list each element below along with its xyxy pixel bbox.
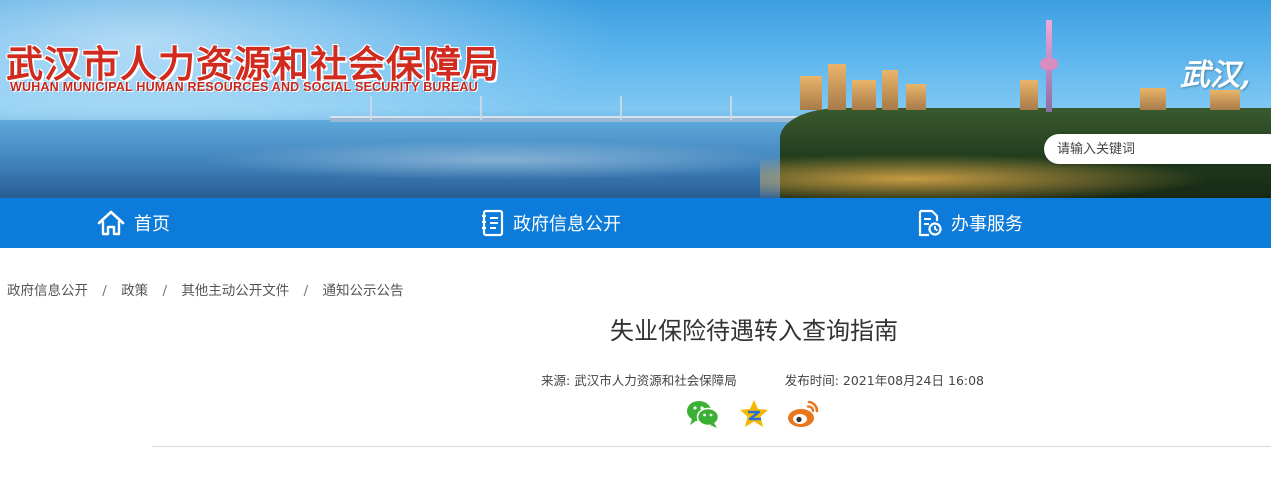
breadcrumb-link-other-files[interactable]: 其他主动公开文件 (181, 283, 289, 299)
share-qzone-button[interactable] (737, 398, 771, 430)
document-icon (482, 209, 504, 237)
weibo-icon (788, 400, 819, 427)
nav-item-services[interactable]: 办事服务 (917, 198, 1023, 248)
banner-building (1020, 80, 1038, 110)
banner-slogan: 武汉, (1180, 58, 1251, 93)
service-icon (918, 209, 942, 237)
article-meta: 来源: 武汉市人力资源和社会保障局 发布时间: 2021年08月24日 16:0… (541, 370, 984, 389)
source-label: 来源: (541, 373, 571, 388)
breadcrumb-link-notices[interactable]: 通知公示公告 (322, 283, 403, 299)
banner-building (852, 80, 876, 110)
main-nav: 首页 政府信息公开 办事服务 (0, 198, 1271, 248)
banner-bridge (330, 116, 830, 122)
article-title: 失业保险待遇转入查询指南 (610, 317, 898, 345)
banner-building (1140, 88, 1166, 110)
banner-building (906, 84, 926, 110)
wechat-icon (687, 401, 720, 428)
breadcrumb-separator: / (162, 283, 168, 299)
nav-item-home[interactable]: 首页 (96, 198, 170, 248)
nav-item-label: 首页 (134, 214, 170, 235)
breadcrumb-link-policy[interactable]: 政策 (121, 283, 148, 299)
bridge-cable (620, 96, 622, 120)
home-icon (97, 210, 125, 236)
banner-building (800, 76, 822, 110)
search-input[interactable] (1044, 134, 1264, 164)
published-value: 2021年08月24日 16:08 (842, 373, 985, 388)
bridge-cable (480, 96, 482, 120)
bridge-cable (370, 96, 372, 120)
nav-item-label: 办事服务 (951, 214, 1023, 235)
share-weibo-button[interactable] (786, 398, 820, 430)
nav-item-label: 政府信息公开 (513, 214, 621, 235)
published-label: 发布时间: (784, 373, 839, 388)
banner-building (828, 64, 846, 110)
header-banner: 武汉市人力资源和社会保障局 WUHAN MUNICIPAL HUMAN RESO… (0, 0, 1271, 198)
banner-river-shine (200, 140, 800, 180)
search-box (1044, 134, 1271, 164)
banner-building (882, 70, 898, 110)
nav-item-gov-info[interactable]: 政府信息公开 (481, 198, 621, 248)
breadcrumb: 政府信息公开 / 政策 / 其他主动公开文件 / 通知公示公告 (7, 279, 403, 299)
qzone-icon (740, 400, 768, 427)
content-divider (152, 446, 1271, 447)
breadcrumb-separator: / (102, 283, 107, 299)
breadcrumb-separator: / (303, 283, 309, 299)
site-subtitle: WUHAN MUNICIPAL HUMAN RESOURCES AND SOCI… (10, 80, 478, 94)
bridge-cable (730, 96, 732, 120)
share-wechat-button[interactable] (686, 398, 720, 430)
source-value: 武汉市人力资源和社会保障局 (574, 373, 737, 388)
banner-tv-tower-ball (1040, 58, 1058, 70)
breadcrumb-link-gov-info[interactable]: 政府信息公开 (7, 283, 88, 299)
